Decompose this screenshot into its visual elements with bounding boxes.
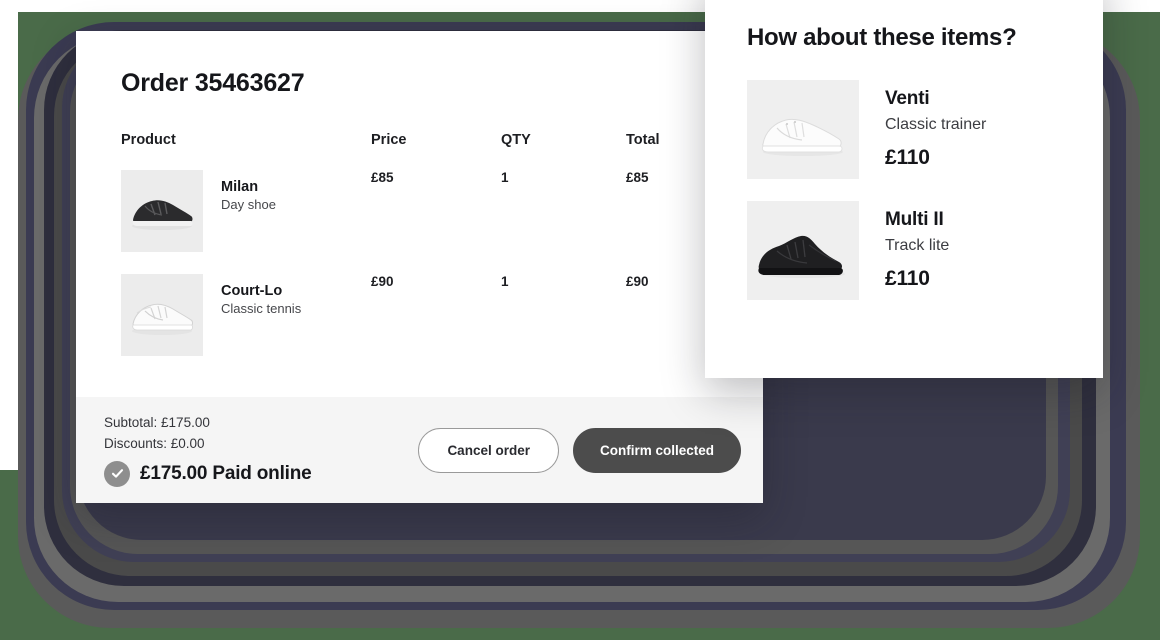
reco-item-subtitle: Track lite xyxy=(885,236,950,254)
list-item[interactable]: Multi II Track lite £110 xyxy=(747,201,1063,300)
white-low-trainer-icon xyxy=(747,80,859,179)
list-item[interactable]: Venti Classic trainer £110 xyxy=(747,80,1063,179)
screenshot-stage: Order 35463627 Product Price QTY Total M… xyxy=(0,0,1160,640)
page-title: Order 35463627 xyxy=(121,69,305,97)
table-header-row: Product Price QTY Total xyxy=(121,132,763,170)
product-qty: 1 xyxy=(501,170,509,185)
product-subtitle: Day shoe xyxy=(221,197,276,213)
product-subtitle: Classic tennis xyxy=(221,301,302,317)
column-header-qty: QTY xyxy=(501,132,531,148)
cancel-order-button[interactable]: Cancel order xyxy=(418,427,559,473)
product-cell: Milan Day shoe xyxy=(121,170,371,274)
product-thumbnail-milan[interactable] xyxy=(121,170,203,252)
product-name: Milan xyxy=(221,179,259,195)
recommendations-title: How about these items? xyxy=(747,24,1017,51)
recommendations-body: How about these items? Venti Classic tra… xyxy=(705,0,1103,300)
footer-actions: Cancel order Confirm collected xyxy=(418,427,763,473)
reco-item-price: £110 xyxy=(885,145,930,169)
product-thumbnail-court-lo[interactable] xyxy=(121,274,203,356)
subtotal-label: Subtotal: £175.00 xyxy=(104,415,210,431)
reco-item-name: Multi II xyxy=(885,209,944,230)
table-row[interactable]: Court-Lo Classic tennis £90 1 £90 xyxy=(121,274,763,378)
black-track-shoe-icon xyxy=(747,201,859,300)
product-price: £85 xyxy=(371,170,394,185)
reco-item-name: Venti xyxy=(885,88,930,109)
order-detail-card: Order 35463627 Product Price QTY Total M… xyxy=(76,31,763,503)
order-card-body: Order 35463627 Product Price QTY Total M… xyxy=(76,31,763,378)
order-totals: Subtotal: £175.00 Discounts: £0.00 £175.… xyxy=(76,413,312,487)
backdrop-knockout-left xyxy=(0,0,18,470)
white-sneaker-icon xyxy=(121,274,203,356)
reco-thumbnail-multi-ii[interactable] xyxy=(747,201,859,300)
discounts-label: Discounts: £0.00 xyxy=(104,436,205,451)
product-name: Court-Lo xyxy=(221,283,283,299)
check-circle-icon xyxy=(104,460,130,487)
order-items-table: Product Price QTY Total Milan Day shoe £… xyxy=(121,132,763,378)
paid-status-row: £175.00 Paid online xyxy=(104,460,312,487)
confirm-collected-button[interactable]: Confirm collected xyxy=(572,427,741,473)
product-cell: Court-Lo Classic tennis xyxy=(121,274,371,378)
recommendations-card: How about these items? Venti Classic tra… xyxy=(705,0,1103,378)
table-row[interactable]: Milan Day shoe £85 1 £85 xyxy=(121,170,763,274)
check-glyph xyxy=(111,469,123,479)
paid-amount-label: £175.00 Paid online xyxy=(140,462,312,484)
column-header-product: Product xyxy=(121,132,176,148)
reco-item-price: £110 xyxy=(885,266,930,290)
column-header-price: Price xyxy=(371,132,407,148)
reco-item-subtitle: Classic trainer xyxy=(885,115,987,133)
black-sneaker-icon xyxy=(121,170,203,252)
product-price: £90 xyxy=(371,274,394,289)
order-summary-footer: Subtotal: £175.00 Discounts: £0.00 £175.… xyxy=(76,397,763,503)
reco-thumbnail-venti[interactable] xyxy=(747,80,859,179)
product-qty: 1 xyxy=(501,274,509,289)
